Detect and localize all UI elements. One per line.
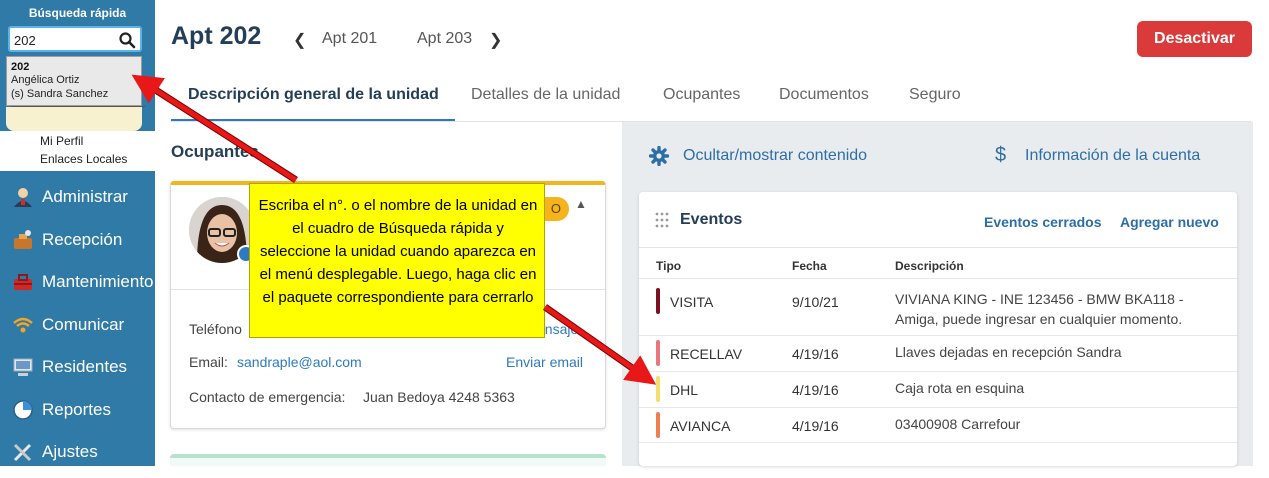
sidebar: Búsqueda rápida 202 Angélica Ortiz (s) S… [0, 0, 155, 466]
next-unit-link[interactable]: Apt 203 [417, 30, 472, 48]
quick-search-dropdown[interactable]: 202 Angélica Ortiz (s) Sandra Sanchez [6, 56, 145, 107]
dropdown-footer [6, 107, 142, 131]
event-date: 4/19/16 [792, 346, 839, 362]
emergency-contact-value: Juan Bedoya 4248 5363 [363, 389, 515, 405]
nav-label: Residentes [42, 357, 128, 376]
event-description: VIVIANA KING - INE 123456 - BMW BKA118 -… [895, 291, 1184, 327]
email-value[interactable]: sandraple@aol.com [237, 354, 362, 370]
table-row[interactable]: AVIANCA 4/19/16 03400908 Carrefour [639, 407, 1237, 443]
nav-label: Mantenimiento [42, 272, 154, 291]
col-date: Fecha [792, 259, 827, 273]
events-title: Eventos [680, 211, 743, 228]
app-root: Búsqueda rápida 202 Angélica Ortiz (s) S… [0, 0, 1269, 478]
table-row[interactable]: VISITA 9/10/21 VIVIANA KING - INE 123456… [639, 278, 1237, 335]
emergency-contact-label: Contacto de emergencia: [189, 389, 346, 405]
instruction-callout: Escriba el n°. o el nombre de la unidad … [249, 183, 545, 338]
table-row[interactable]: RECELLAV 4/19/16 Llaves dejadas en recep… [639, 335, 1237, 371]
add-event-link[interactable]: Agregar nuevo [1120, 214, 1219, 230]
chevron-left-icon[interactable]: ❮ [293, 30, 306, 50]
tab-insurance[interactable]: Seguro [909, 86, 961, 104]
submenu-local-links[interactable]: Enlaces Locales [40, 152, 127, 166]
toggle-content-link[interactable]: Ocultar/mostrar contenido [683, 147, 867, 165]
pie-chart-icon [13, 400, 33, 420]
quick-search-box [8, 26, 142, 52]
dropdown-owner: Angélica Ortiz [11, 74, 80, 86]
event-type: DHL [670, 382, 699, 398]
deactivate-button[interactable]: Desactivar [1137, 21, 1252, 57]
reception-icon [14, 230, 32, 249]
admin-icon [14, 188, 32, 207]
drag-handle-icon[interactable] [655, 212, 669, 228]
active-tab-indicator [171, 119, 455, 121]
event-date: 4/19/16 [792, 382, 839, 398]
nav-label: Administrar [42, 187, 128, 206]
event-description: 03400908 Carrefour [895, 416, 1021, 432]
chevron-right-icon[interactable]: ❯ [489, 30, 502, 50]
event-type: AVIANCA [670, 418, 731, 434]
monitor-icon [13, 358, 33, 376]
tab-unit-details[interactable]: Detalles de la unidad [471, 86, 620, 104]
chevron-up-icon[interactable]: ▲ [575, 197, 587, 211]
account-info-link[interactable]: Información de la cuenta [1025, 147, 1200, 165]
search-icon[interactable] [118, 31, 136, 49]
next-occupant-card [170, 454, 606, 466]
tab-overview[interactable]: Descripción general de la unidad [188, 86, 439, 104]
closed-events-link[interactable]: Eventos cerrados [984, 214, 1102, 230]
phone-label: Teléfono [189, 321, 242, 337]
prev-unit-link[interactable]: Apt 201 [322, 30, 377, 48]
table-row[interactable]: DHL 4/19/16 Caja rota en esquina [639, 371, 1237, 407]
event-color-bar [656, 288, 660, 314]
event-color-bar [656, 376, 660, 402]
gear-icon[interactable] [649, 146, 669, 166]
event-description: Caja rota en esquina [895, 380, 1025, 396]
tools-icon [13, 443, 32, 462]
event-type: VISITA [670, 294, 714, 310]
toolbox-icon [14, 274, 32, 290]
nav-comunicar[interactable]: Comunicar [0, 305, 155, 345]
nav-label: Recepción [42, 230, 123, 249]
tab-occupants[interactable]: Ocupantes [663, 86, 740, 104]
send-email-link[interactable]: Enviar email [506, 354, 583, 370]
events-header: Eventos Eventos cerrados Agregar nuevo [639, 192, 1237, 248]
nav-recepcion[interactable]: Recepción [0, 220, 155, 260]
unit-title: Apt 202 [171, 22, 262, 50]
nav-ajustes[interactable]: Ajustes [0, 432, 155, 472]
nav-label: Reportes [42, 400, 111, 419]
wifi-icon [13, 317, 33, 333]
event-color-bar [656, 412, 660, 438]
event-date: 4/19/16 [792, 418, 839, 434]
event-color-bar [656, 340, 660, 366]
nav-residentes[interactable]: Residentes [0, 347, 155, 387]
nav-reportes[interactable]: Reportes [0, 390, 155, 430]
event-date: 9/10/21 [792, 294, 839, 310]
user-submenu: Mi Perfil Enlaces Locales [0, 131, 155, 171]
dropdown-unit[interactable]: 202 [11, 61, 29, 73]
col-description: Descripción [895, 259, 964, 273]
submenu-my-profile[interactable]: Mi Perfil [40, 134, 83, 148]
quick-search-input[interactable] [14, 31, 114, 49]
nav-label: Comunicar [42, 315, 125, 334]
nav-administrar[interactable]: Administrar [0, 177, 155, 217]
instruction-text: Escriba el n°. o el nombre de la unidad … [258, 197, 538, 306]
email-label: Email: [189, 354, 228, 370]
col-type: Tipo [656, 259, 682, 273]
event-description: Llaves dejadas en recepción Sandra [895, 344, 1122, 360]
occupants-heading: Ocupantes [171, 142, 259, 161]
event-type: RECELLAV [670, 346, 743, 362]
quick-search-title: Búsqueda rápida [28, 6, 127, 20]
dropdown-tenant: (s) Sandra Sanchez [11, 88, 109, 100]
dollar-icon: $ [995, 144, 1007, 166]
nav-label: Ajustes [42, 442, 98, 461]
nav-mantenimiento[interactable]: Mantenimiento [0, 262, 155, 302]
tab-documents[interactable]: Documentos [779, 86, 869, 104]
events-card: Eventos Eventos cerrados Agregar nuevo T… [639, 192, 1237, 466]
